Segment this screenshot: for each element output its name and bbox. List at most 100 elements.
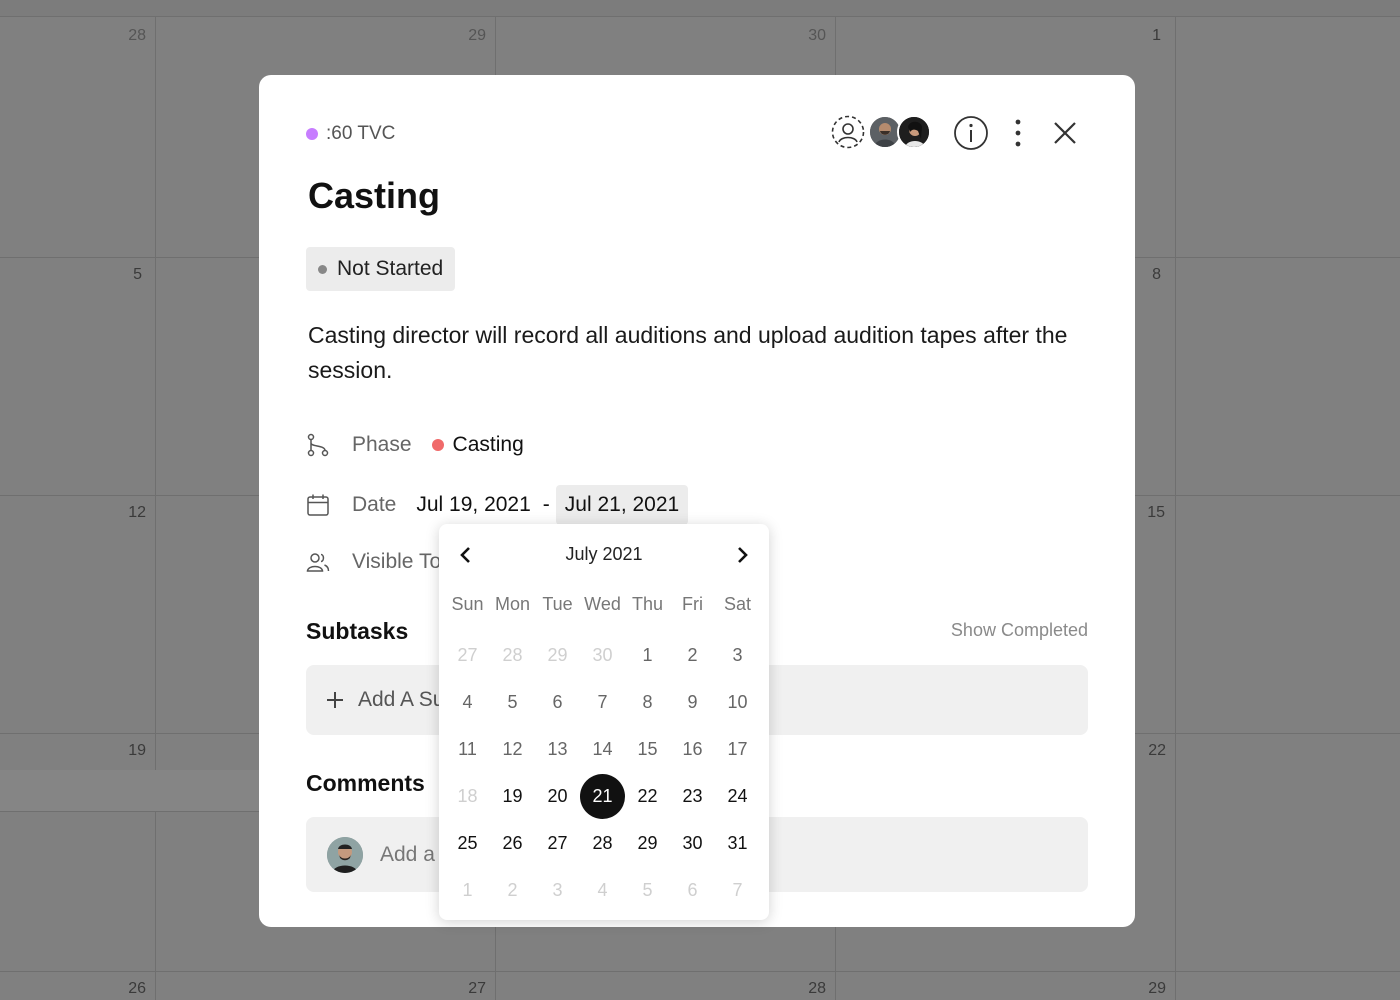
day-cell[interactable]: 8 <box>625 679 670 726</box>
grid-line <box>0 971 1400 972</box>
status-label: Not Started <box>337 257 444 280</box>
calendar-event-bar[interactable] <box>0 770 260 812</box>
day-cell[interactable]: 3 <box>715 632 760 679</box>
day-cell: 29 <box>547 645 568 665</box>
date-picker-month: July 2021 <box>565 544 643 564</box>
grid-line <box>155 17 156 1000</box>
calendar-day-number: 29 <box>468 27 486 44</box>
day-cell[interactable]: 6 <box>670 867 715 914</box>
date-end[interactable]: Jul 21, 2021 <box>555 485 689 525</box>
weekday-label: Tue <box>542 594 573 614</box>
week-row: 25 26 27 28 29 30 31 <box>445 820 760 867</box>
more-options-icon[interactable] <box>1011 117 1025 149</box>
project-color-dot <box>306 128 318 140</box>
day-cell[interactable]: 13 <box>535 726 580 773</box>
comments-title: Comments <box>306 770 425 796</box>
day-cell-selected[interactable]: 21 <box>580 773 625 820</box>
date-grid: 27 28 29 30 1 2 3 4 5 6 7 8 9 10 11 12 1… <box>445 632 760 914</box>
day-cell[interactable]: 28 <box>580 820 625 867</box>
day-cell[interactable]: 9 <box>670 679 715 726</box>
weekday-label: Wed <box>584 594 621 614</box>
day-cell[interactable]: 20 <box>535 773 580 820</box>
weekday-label: Thu <box>631 594 664 614</box>
status-badge[interactable]: Not Started <box>306 247 456 291</box>
day-cell[interactable]: 29 <box>625 820 670 867</box>
visible-to-row: Visible To <box>306 550 461 574</box>
users-icon <box>306 553 330 572</box>
phase-color-dot <box>431 439 444 451</box>
day-cell[interactable]: 3 <box>535 867 580 914</box>
weekday-label: Sat <box>723 594 752 614</box>
day-cell: 27 <box>457 645 478 665</box>
day-cell[interactable]: 26 <box>490 820 535 867</box>
day-cell[interactable]: 5 <box>625 867 670 914</box>
task-description[interactable]: Casting director will record all auditio… <box>308 318 1098 388</box>
day-cell[interactable]: 31 <box>715 820 760 867</box>
plus-icon <box>327 692 343 708</box>
day-cell[interactable]: 10 <box>715 679 760 726</box>
date-start[interactable]: Jul 19, 2021 <box>416 493 530 517</box>
day-cell[interactable]: 22 <box>625 773 670 820</box>
day-cell[interactable]: 4 <box>445 679 490 726</box>
weekday-label: Sun <box>451 594 484 614</box>
day-cell[interactable]: 1 <box>625 632 670 679</box>
calendar-day-number: 28 <box>128 27 146 44</box>
close-icon[interactable] <box>1051 119 1079 147</box>
calendar-day-number: 1 <box>1152 27 1161 44</box>
avatar[interactable] <box>897 115 931 149</box>
day-cell: 28 <box>502 645 523 665</box>
day-cell[interactable]: 5 <box>490 679 535 726</box>
day-cell[interactable]: 19 <box>490 773 535 820</box>
day-cell[interactable]: 2 <box>490 867 535 914</box>
day-cell[interactable]: 30 <box>670 820 715 867</box>
week-row: 27 28 29 30 1 2 3 <box>445 632 760 679</box>
calendar-day-number: 26 <box>128 980 146 997</box>
assign-user-icon[interactable] <box>831 115 865 149</box>
day-cell[interactable]: 25 <box>445 820 490 867</box>
day-cell[interactable]: 12 <box>490 726 535 773</box>
project-label: :60 TVC <box>326 123 396 144</box>
branch-icon <box>307 433 329 457</box>
show-completed-link[interactable]: Show Completed <box>951 620 1088 641</box>
week-row: 4 5 6 7 8 9 10 <box>445 679 760 726</box>
date-label: Date <box>352 493 397 516</box>
avatar-photo-icon <box>327 836 363 873</box>
calendar-day-number: 19 <box>128 742 146 759</box>
week-row: 11 12 13 14 15 16 17 <box>445 726 760 773</box>
week-row: 1 2 3 4 5 6 7 <box>445 867 760 914</box>
task-title[interactable]: Casting <box>308 175 440 217</box>
day-cell[interactable]: 16 <box>670 726 715 773</box>
day-cell[interactable]: 4 <box>580 867 625 914</box>
info-icon[interactable] <box>953 115 989 151</box>
day-cell[interactable]: 11 <box>445 726 490 773</box>
project-tag[interactable]: :60 TVC <box>306 123 395 145</box>
date-separator: - <box>542 493 550 516</box>
visible-to-label: Visible To <box>352 550 442 573</box>
day-cell: 18 <box>457 786 478 806</box>
day-cell[interactable]: 24 <box>715 773 760 820</box>
calendar-day-number: 12 <box>128 504 146 521</box>
week-row: 18 19 20 21 22 23 24 <box>445 773 760 820</box>
day-cell[interactable]: 7 <box>715 867 760 914</box>
day-cell[interactable]: 17 <box>715 726 760 773</box>
calendar-icon <box>307 494 329 516</box>
date-picker-header: July 2021 <box>439 542 769 568</box>
weekday-label: Fri <box>682 594 703 614</box>
day-cell[interactable]: 14 <box>580 726 625 773</box>
day-cell[interactable]: 27 <box>535 820 580 867</box>
day-cell[interactable]: 6 <box>535 679 580 726</box>
chevron-right-icon[interactable] <box>733 544 751 566</box>
day-cell[interactable]: 15 <box>625 726 670 773</box>
phase-value[interactable]: Casting <box>453 433 524 457</box>
day-cell[interactable]: 1 <box>445 867 490 914</box>
calendar-day-number: 30 <box>808 27 826 44</box>
weekday-header: Sun Mon Tue Wed Thu Fri Sat <box>445 594 760 615</box>
subtasks-title: Subtasks <box>306 618 409 644</box>
avatar-photo-icon <box>899 117 929 147</box>
day-cell[interactable]: 7 <box>580 679 625 726</box>
day-cell[interactable]: 2 <box>670 632 715 679</box>
calendar-day-number: 28 <box>808 980 826 997</box>
day-cell[interactable]: 23 <box>670 773 715 820</box>
phase-label: Phase <box>352 433 412 456</box>
calendar-day-number: 5 <box>133 266 142 283</box>
